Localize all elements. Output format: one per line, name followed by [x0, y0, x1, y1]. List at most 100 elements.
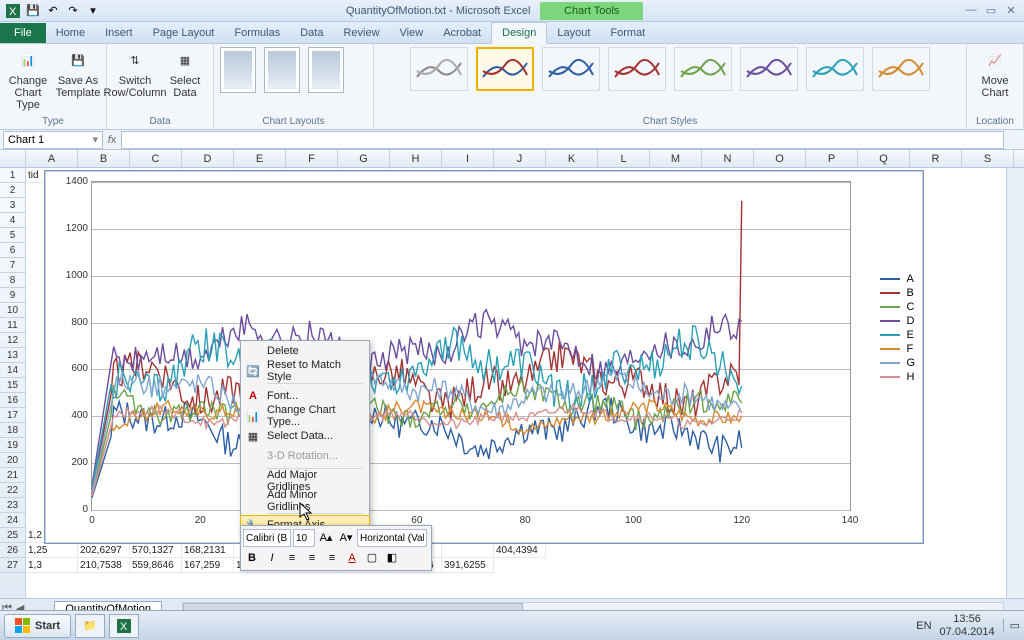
- qat-more-icon[interactable]: ▾: [84, 2, 102, 20]
- select-data-button[interactable]: ▦Select Data: [163, 46, 207, 99]
- row-header[interactable]: 19: [0, 438, 25, 453]
- chart-style-1[interactable]: [410, 47, 468, 91]
- mini-shrink-font-icon[interactable]: A▾: [337, 529, 355, 547]
- mini-italic-icon[interactable]: I: [263, 549, 281, 567]
- fx-icon[interactable]: fx: [103, 134, 121, 146]
- chart-style-2[interactable]: [476, 47, 534, 91]
- undo-icon[interactable]: ↶: [44, 2, 62, 20]
- col-header[interactable]: L: [598, 150, 650, 167]
- mini-selection-box[interactable]: [357, 529, 427, 547]
- cell[interactable]: 167,259: [182, 558, 234, 573]
- tab-file[interactable]: File: [0, 23, 46, 43]
- select-all-corner[interactable]: [0, 150, 26, 167]
- row-header[interactable]: 27: [0, 558, 25, 573]
- mini-bold-icon[interactable]: B: [243, 549, 261, 567]
- chart-style-3[interactable]: [542, 47, 600, 91]
- row-header[interactable]: 22: [0, 483, 25, 498]
- row-header[interactable]: 4: [0, 213, 25, 228]
- legend-item[interactable]: E: [880, 329, 915, 341]
- save-template-button[interactable]: 💾Save As Template: [56, 46, 100, 99]
- col-header[interactable]: H: [390, 150, 442, 167]
- tab-acrobat[interactable]: Acrobat: [433, 23, 491, 43]
- chart-style-5[interactable]: [674, 47, 732, 91]
- cell[interactable]: 570,1327: [130, 543, 182, 558]
- chart-style-4[interactable]: [608, 47, 666, 91]
- col-header[interactable]: A: [26, 150, 78, 167]
- cell[interactable]: 391,6255: [442, 558, 494, 573]
- chart-layout-option[interactable]: [264, 47, 300, 93]
- ctx-add-major-gridlines[interactable]: Add Major Gridlines: [241, 471, 369, 491]
- col-header[interactable]: D: [182, 150, 234, 167]
- row-header[interactable]: 24: [0, 513, 25, 528]
- minimize-icon[interactable]: —: [962, 4, 980, 17]
- ctx-select-data[interactable]: ▦Select Data...: [241, 426, 369, 446]
- mini-align-center-icon[interactable]: ≡: [303, 549, 321, 567]
- col-header[interactable]: K: [546, 150, 598, 167]
- chart-layout-option[interactable]: [220, 47, 256, 93]
- row-header[interactable]: 11: [0, 318, 25, 333]
- col-header[interactable]: O: [754, 150, 806, 167]
- col-header[interactable]: F: [286, 150, 338, 167]
- row-header[interactable]: 13: [0, 348, 25, 363]
- ctx-add-minor-gridlines[interactable]: Add Minor Gridlines: [241, 491, 369, 511]
- row-header[interactable]: 20: [0, 453, 25, 468]
- tab-view[interactable]: View: [390, 23, 434, 43]
- name-box[interactable]: Chart 1▾: [3, 131, 103, 149]
- row-header[interactable]: 21: [0, 468, 25, 483]
- row-header[interactable]: 8: [0, 273, 25, 288]
- row-header[interactable]: 16: [0, 393, 25, 408]
- tab-formulas[interactable]: Formulas: [224, 23, 290, 43]
- cell[interactable]: 168,2131: [182, 543, 234, 558]
- show-desktop-icon[interactable]: ▭: [1003, 619, 1020, 632]
- legend-item[interactable]: B: [880, 287, 915, 299]
- legend-item[interactable]: C: [880, 301, 915, 313]
- legend-item[interactable]: F: [880, 343, 915, 355]
- change-chart-type-button[interactable]: 📊Change Chart Type: [6, 46, 50, 111]
- row-header[interactable]: 2: [0, 183, 25, 198]
- tray-clock[interactable]: 13:56 07.04.2014: [940, 613, 995, 637]
- col-header[interactable]: J: [494, 150, 546, 167]
- ctx-change-chart-type[interactable]: 📊Change Chart Type...: [241, 406, 369, 426]
- cell[interactable]: 404,4394: [494, 543, 546, 558]
- col-header[interactable]: Q: [858, 150, 910, 167]
- chart-style-6[interactable]: [740, 47, 798, 91]
- legend-item[interactable]: A: [880, 273, 915, 285]
- row-header[interactable]: 7: [0, 258, 25, 273]
- row-header[interactable]: 18: [0, 423, 25, 438]
- mini-fill-icon[interactable]: ◧: [383, 549, 401, 567]
- col-header[interactable]: G: [338, 150, 390, 167]
- task-excel-icon[interactable]: X: [109, 614, 139, 638]
- cell[interactable]: 202,6297: [78, 543, 130, 558]
- row-header[interactable]: 23: [0, 498, 25, 513]
- col-header[interactable]: I: [442, 150, 494, 167]
- cell[interactable]: 210,7538: [78, 558, 130, 573]
- ctx-font[interactable]: AFont...: [241, 386, 369, 406]
- tab-design[interactable]: Design: [491, 22, 547, 44]
- tab-home[interactable]: Home: [46, 23, 95, 43]
- row-header[interactable]: 1: [0, 168, 25, 183]
- row-header[interactable]: 3: [0, 198, 25, 213]
- tab-data[interactable]: Data: [290, 23, 333, 43]
- chart-layout-option[interactable]: [308, 47, 344, 93]
- legend-item[interactable]: D: [880, 315, 915, 327]
- cell[interactable]: 559,8646: [130, 558, 182, 573]
- close-icon[interactable]: ✕: [1002, 4, 1020, 17]
- mini-font-size[interactable]: [293, 529, 315, 547]
- mini-font-color-icon[interactable]: A: [343, 549, 361, 567]
- chart-object[interactable]: 0200400600800100012001400020406080100120…: [44, 170, 924, 544]
- row-header[interactable]: 12: [0, 333, 25, 348]
- tray-lang[interactable]: EN: [916, 620, 931, 632]
- row-header[interactable]: 9: [0, 288, 25, 303]
- ctx-delete[interactable]: Delete: [241, 341, 369, 361]
- tab-review[interactable]: Review: [333, 23, 389, 43]
- tab-page-layout[interactable]: Page Layout: [143, 23, 225, 43]
- row-header[interactable]: 26: [0, 543, 25, 558]
- switch-row-col-button[interactable]: ⇅Switch Row/Column: [113, 46, 157, 99]
- cell[interactable]: 1,25: [26, 543, 78, 558]
- col-header[interactable]: R: [910, 150, 962, 167]
- legend-item[interactable]: H: [880, 371, 915, 383]
- tab-format[interactable]: Format: [600, 23, 655, 43]
- row-header[interactable]: 10: [0, 303, 25, 318]
- task-explorer-icon[interactable]: 📁: [75, 614, 105, 638]
- row-header[interactable]: 15: [0, 378, 25, 393]
